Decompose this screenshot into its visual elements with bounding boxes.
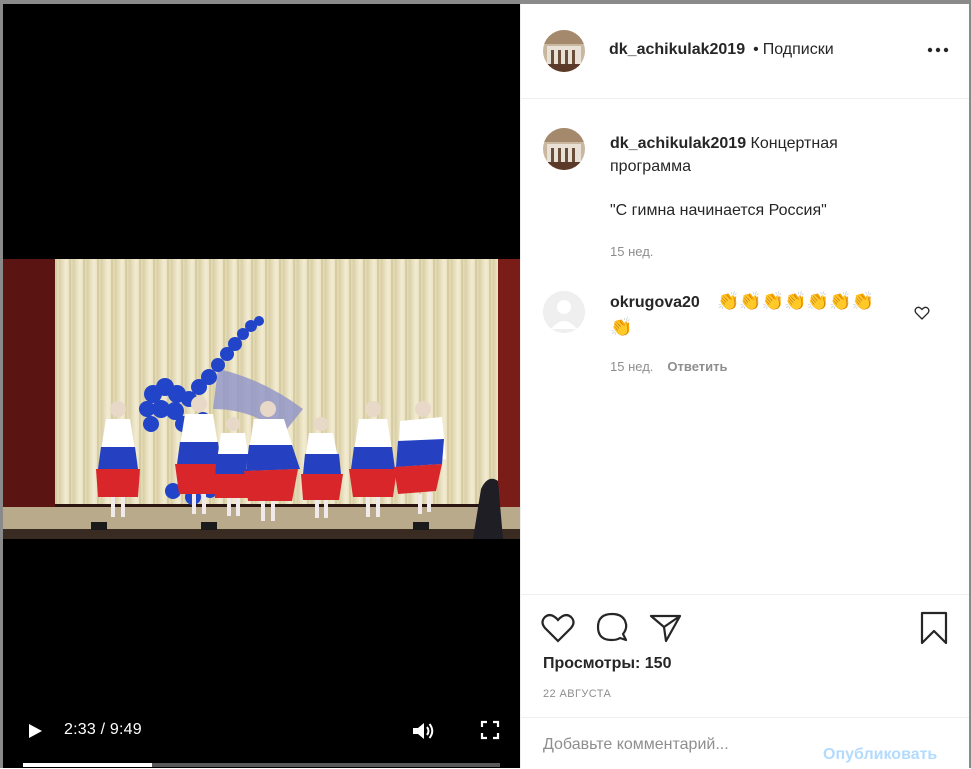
publish-button[interactable]: Опубликовать xyxy=(823,746,937,764)
post-details-panel: dk_achikulak2019 • Подписки dk_achikulak20… xyxy=(520,4,969,768)
fullscreen-icon[interactable] xyxy=(479,719,501,741)
more-icon[interactable] xyxy=(925,44,951,56)
comment-meta: 15 нед. Ответить xyxy=(610,359,727,374)
caption-quote: "С гимна начинается Россия" xyxy=(610,202,827,219)
comment-item: okrugova20 xyxy=(610,294,700,312)
volume-icon[interactable] xyxy=(410,719,436,743)
author-username[interactable]: dk_achikulak2019 xyxy=(609,41,745,58)
commenter-username[interactable]: okrugova20 xyxy=(610,294,700,311)
comment-input[interactable] xyxy=(541,732,815,758)
video-controls: 2:33 / 9:49 xyxy=(3,709,520,768)
caption-author-avatar[interactable] xyxy=(543,128,585,170)
video-frame[interactable] xyxy=(3,259,520,539)
add-comment-section: Опубликовать xyxy=(521,717,969,769)
reply-button[interactable]: Ответить xyxy=(667,359,727,374)
author-avatar[interactable] xyxy=(543,30,585,72)
comment-text: 👏👏👏👏👏👏👏 xyxy=(717,291,874,311)
current-time: 2:33 xyxy=(64,721,96,738)
following-button[interactable]: Подписки xyxy=(763,41,834,58)
separator-dot: • xyxy=(753,41,759,58)
heart-icon[interactable] xyxy=(541,613,575,643)
share-icon[interactable] xyxy=(649,612,683,644)
comment-age: 15 нед. xyxy=(610,359,654,374)
video-player[interactable]: 2:33 / 9:49 xyxy=(3,4,520,768)
post-caption: dk_achikulak2019 Концертная программа xyxy=(610,132,910,178)
duration: 9:49 xyxy=(109,721,142,738)
post-header: dk_achikulak2019 • Подписки xyxy=(521,4,969,99)
post-date[interactable]: 22 августа xyxy=(543,688,611,700)
action-bar: Просмотры: 150 22 августа xyxy=(521,594,969,715)
bookmark-icon[interactable] xyxy=(918,611,950,645)
video-time: 2:33 / 9:49 xyxy=(64,721,142,739)
caption-username[interactable]: dk_achikulak2019 xyxy=(610,135,746,152)
views-count[interactable]: Просмотры: 150 xyxy=(543,655,671,673)
time-separator: / xyxy=(95,721,110,738)
video-progress-fill xyxy=(23,763,152,767)
comment-icon[interactable] xyxy=(595,612,629,644)
commenter-avatar[interactable] xyxy=(543,291,585,333)
play-icon[interactable] xyxy=(25,721,45,741)
header-user-line: dk_achikulak2019 • Подписки xyxy=(609,41,834,59)
comment-text-line2: 👏 xyxy=(610,317,633,337)
comment-like-icon[interactable] xyxy=(914,306,930,320)
caption-age: 15 нед. xyxy=(610,244,654,259)
video-progress-bar[interactable] xyxy=(23,763,500,767)
